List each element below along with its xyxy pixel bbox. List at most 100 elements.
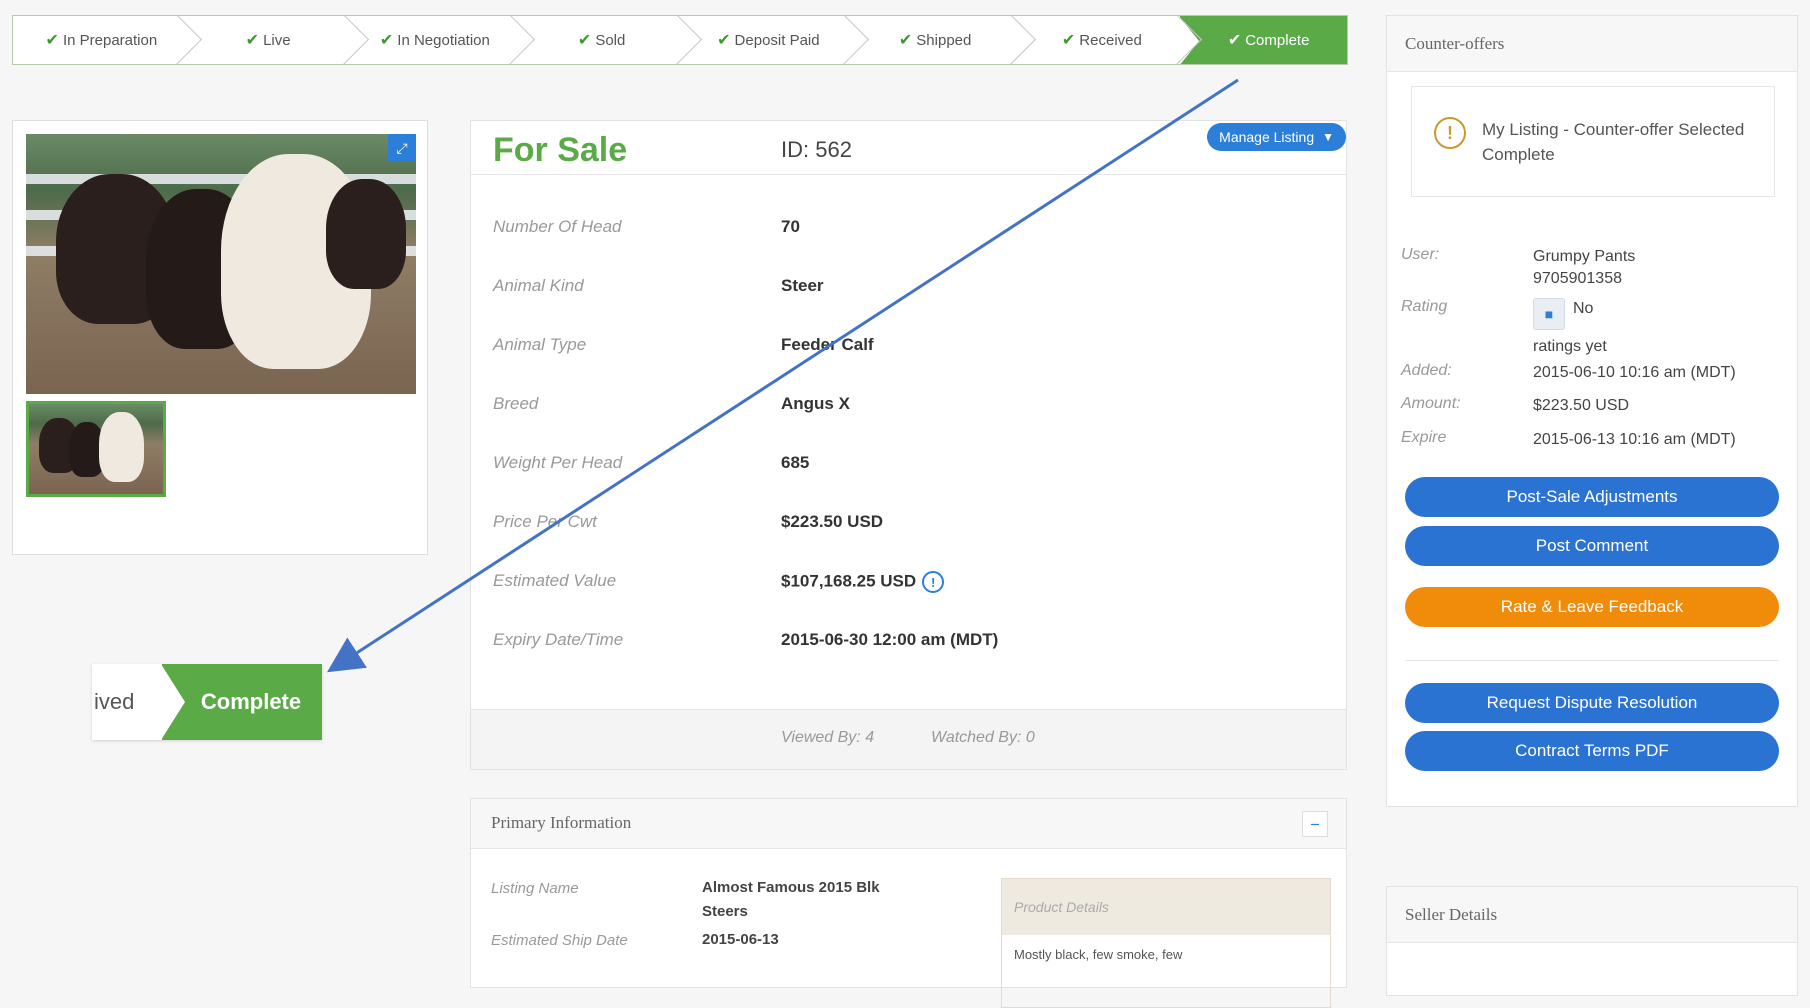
- image-panel: ⤢: [12, 120, 428, 555]
- step-deposit-paid[interactable]: ✔ Deposit Paid: [680, 16, 847, 64]
- step-label: In Preparation: [62, 32, 158, 49]
- primary-info-header: Primary Information –: [471, 799, 1346, 849]
- chevron-down-icon: ▼: [1322, 130, 1334, 144]
- post-sale-adjustments-button[interactable]: Post-Sale Adjustments: [1405, 477, 1779, 517]
- listing-id: ID: 562: [781, 137, 852, 162]
- post-comment-button[interactable]: Post Comment: [1405, 526, 1779, 566]
- listing-card: For Sale ID: 562 Manage Listing ▼ Number…: [470, 120, 1347, 770]
- field-label: Animal Type: [493, 335, 587, 354]
- field-label: Estimated Value: [493, 571, 617, 590]
- expire-value: 2015-06-13 10:16 am (MDT): [1533, 431, 1736, 448]
- field-value: 685: [781, 453, 810, 472]
- step-label: Deposit Paid: [734, 32, 820, 49]
- seller-details-panel: Seller Details: [1386, 886, 1798, 996]
- rating-text-2: ratings yet: [1533, 338, 1607, 355]
- black-steer: [326, 179, 406, 289]
- exclamation-icon: !: [1434, 117, 1466, 149]
- check-icon: ✔: [379, 32, 394, 49]
- primary-info-panel: Primary Information – Listing Name Almos…: [470, 798, 1347, 1008]
- zoom-prev-label: ived: [94, 689, 135, 714]
- rating-label: Rating: [1401, 298, 1448, 315]
- manage-listing-label: Manage Listing: [1219, 129, 1315, 145]
- counter-offer-alert: ! My Listing - Counter-offer Selected Co…: [1411, 86, 1775, 197]
- amount-value: $223.50 USD: [1533, 397, 1630, 414]
- field-label: Expiry Date/Time: [493, 630, 624, 649]
- step-label: Sold: [595, 32, 626, 49]
- added-label: Added:: [1401, 362, 1452, 379]
- seller-details-title: Seller Details: [1387, 887, 1797, 943]
- counter-offers-panel: Counter-offers ! My Listing - Counter-of…: [1386, 15, 1798, 807]
- step-label: Received: [1079, 32, 1142, 49]
- counter-offers-title: Counter-offers: [1387, 16, 1797, 72]
- user-phone: 9705901358: [1533, 270, 1622, 287]
- ship-date-value: 2015-06-13: [702, 931, 779, 948]
- white-steer: [99, 412, 144, 482]
- field-label: Number Of Head: [493, 217, 622, 236]
- info-icon[interactable]: !: [922, 571, 945, 593]
- alert-text: My Listing - Counter-offer Selected Comp…: [1482, 120, 1745, 164]
- zoomed-complete-step: ived Complete: [92, 664, 322, 740]
- expand-icon[interactable]: ⤢: [388, 134, 416, 162]
- listing-footer: Viewed By: 4 Watched By: 0: [471, 709, 1346, 769]
- check-icon: ✔: [1061, 32, 1076, 49]
- field-label: Breed: [493, 394, 539, 413]
- check-icon: ✔: [1227, 32, 1242, 49]
- step-sold[interactable]: ✔ Sold: [513, 16, 680, 64]
- watched-by: Watched By: 0: [931, 729, 1035, 746]
- step-label: Complete: [1245, 32, 1310, 49]
- amount-label: Amount:: [1401, 395, 1461, 412]
- photo-thumbnail[interactable]: [26, 401, 166, 497]
- listing-name-value: Almost Famous 2015 Blk Steers: [702, 879, 880, 920]
- step-label: Live: [263, 32, 291, 49]
- user-name: Grumpy Pants: [1533, 248, 1636, 265]
- rating-value: ■ No: [1533, 298, 1593, 330]
- dispute-resolution-button[interactable]: Request Dispute Resolution: [1405, 683, 1779, 723]
- minus-icon[interactable]: –: [1302, 811, 1328, 837]
- cattle-photo[interactable]: ⤢: [26, 134, 416, 394]
- divider: [1405, 660, 1779, 661]
- check-icon: ✔: [245, 32, 260, 49]
- manage-listing-button[interactable]: Manage Listing ▼: [1207, 123, 1346, 151]
- step-in-negotiation[interactable]: ✔ In Negotiation: [346, 16, 514, 64]
- field-label: Animal Kind: [493, 276, 584, 295]
- field-value: $107,168.25 USD: [781, 571, 917, 591]
- step-shipped[interactable]: ✔ Shipped: [846, 16, 1014, 64]
- rating-text-1: No: [1573, 300, 1594, 317]
- listing-name-label: Listing Name: [491, 880, 579, 897]
- listing-header: For Sale ID: 562 Manage Listing ▼: [471, 121, 1346, 175]
- zoom-current-label: Complete: [161, 664, 322, 740]
- ship-date-label: Estimated Ship Date: [491, 932, 628, 949]
- step-complete[interactable]: ✔ Complete: [1179, 16, 1347, 64]
- user-value: Grumpy Pants 9705901358: [1533, 246, 1635, 290]
- chat-icon[interactable]: ■: [1533, 298, 1565, 330]
- rate-feedback-button[interactable]: Rate & Leave Feedback: [1405, 587, 1779, 627]
- field-value: 2015-06-30 12:00 am (MDT): [781, 630, 999, 649]
- product-details-box: Product Details Mostly black, few smoke,…: [1001, 878, 1331, 1008]
- field-label: Weight Per Head: [493, 453, 623, 472]
- field-label: Price Per Cwt: [493, 512, 597, 531]
- field-value: $223.50 USD: [781, 512, 884, 531]
- product-details-text: Mostly black, few smoke, few: [1014, 947, 1183, 962]
- check-icon: ✔: [577, 32, 592, 49]
- contract-terms-pdf-button[interactable]: Contract Terms PDF: [1405, 731, 1779, 771]
- expire-label: Expire: [1401, 429, 1447, 446]
- check-icon: ✔: [898, 32, 913, 49]
- user-label: User:: [1401, 246, 1440, 263]
- field-value: 70: [781, 217, 800, 236]
- check-icon: ✔: [717, 32, 731, 49]
- field-value: Feeder Calf: [781, 335, 874, 354]
- step-label: In Negotiation: [397, 32, 490, 49]
- check-icon: ✔: [45, 32, 59, 49]
- step-received[interactable]: ✔ Received: [1013, 16, 1181, 64]
- status-steps: ✔ In Preparation ✔ Live ✔ In Negotiation ✔ S…: [12, 15, 1348, 65]
- primary-info-title: Primary Information: [491, 813, 632, 832]
- product-details-header: Product Details: [1002, 879, 1330, 935]
- field-value: Steer: [781, 276, 824, 295]
- field-value-wrap: $107,168.25 USD!: [781, 571, 945, 593]
- field-value: Angus X: [781, 394, 850, 413]
- added-value: 2015-06-10 10:16 am (MDT): [1533, 364, 1736, 381]
- listing-status: For Sale: [493, 131, 628, 169]
- step-in-preparation[interactable]: ✔ In Preparation: [13, 16, 180, 64]
- step-live[interactable]: ✔ Live: [179, 16, 347, 64]
- step-label: Shipped: [916, 32, 972, 49]
